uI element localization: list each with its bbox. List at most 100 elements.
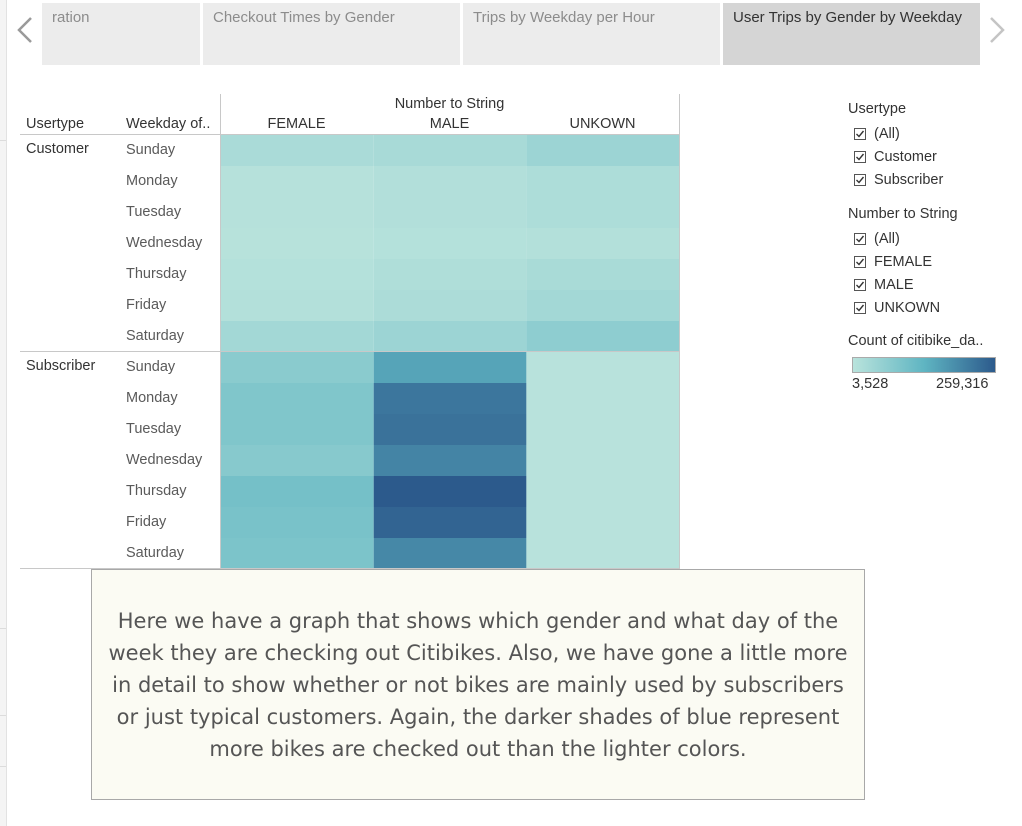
filter-label: (All) bbox=[874, 231, 900, 247]
usertype-filter-customer[interactable]: Customer bbox=[854, 147, 937, 167]
heatmap-cell-subscriber-saturday-male[interactable] bbox=[373, 538, 527, 569]
gender-filter-title: Number to String bbox=[848, 206, 958, 222]
color-ramp bbox=[852, 357, 996, 373]
heatmap-cell-subscriber-wednesday-unkown[interactable] bbox=[526, 445, 680, 476]
next-story-button[interactable] bbox=[980, 8, 1014, 52]
checkbox-checked[interactable] bbox=[854, 128, 866, 140]
gender-filter-unkown[interactable]: UNKOWN bbox=[854, 298, 940, 318]
heatmap-cell-customer-monday-female[interactable] bbox=[221, 166, 374, 197]
weekday-label: Friday bbox=[126, 297, 167, 313]
heatmap-cell-subscriber-sunday-unkown[interactable] bbox=[526, 352, 680, 383]
heatmap-cell-customer-tuesday-male[interactable] bbox=[373, 197, 527, 228]
checkbox-checked[interactable] bbox=[854, 174, 866, 186]
group-label-customer[interactable]: Customer bbox=[26, 141, 89, 157]
heatmap-cell-customer-saturday-male[interactable] bbox=[373, 321, 527, 352]
weekday-label: Monday bbox=[126, 390, 178, 406]
column-header-male[interactable]: MALE bbox=[373, 116, 526, 132]
heatmap-cell-subscriber-tuesday-female[interactable] bbox=[221, 414, 374, 445]
column-header-unkown[interactable]: UNKOWN bbox=[526, 116, 679, 132]
column-header-female[interactable]: FEMALE bbox=[220, 116, 373, 132]
heatmap-cell-subscriber-sunday-male[interactable] bbox=[373, 352, 527, 383]
heatmap-cell-customer-thursday-male[interactable] bbox=[373, 259, 527, 290]
filter-label: Customer bbox=[874, 149, 937, 165]
heatmap-cell-customer-sunday-unkown[interactable] bbox=[526, 135, 680, 166]
annotation-text: Here we have a graph that shows which ge… bbox=[108, 608, 848, 761]
heatmap-cell-subscriber-tuesday-unkown[interactable] bbox=[526, 414, 680, 445]
heatmap-cell-subscriber-friday-unkown[interactable] bbox=[526, 507, 680, 538]
weekday-label: Saturday bbox=[126, 328, 185, 344]
heatmap-cell-subscriber-monday-male[interactable] bbox=[373, 383, 527, 414]
story-tab-label: Trips by Weekday per Hour bbox=[473, 9, 655, 26]
filter-label: FEMALE bbox=[874, 254, 933, 270]
previous-story-button[interactable] bbox=[8, 8, 42, 52]
heatmap-cell-customer-thursday-female[interactable] bbox=[221, 259, 374, 290]
heatmap-cell-customer-monday-unkown[interactable] bbox=[526, 166, 680, 197]
check-icon bbox=[856, 130, 865, 138]
heatmap-cell-customer-saturday-unkown[interactable] bbox=[526, 321, 680, 352]
gender-filter-male[interactable]: MALE bbox=[854, 275, 914, 295]
heatmap-cell-subscriber-wednesday-female[interactable] bbox=[221, 445, 374, 476]
heatmap-cell-customer-saturday-female[interactable] bbox=[221, 321, 374, 352]
story-tab-4-active[interactable]: User Trips by Gender by Weekday bbox=[723, 3, 980, 65]
heatmap-cell-subscriber-monday-female[interactable] bbox=[221, 383, 374, 414]
heatmap-cell-subscriber-saturday-female[interactable] bbox=[221, 538, 374, 569]
check-icon bbox=[856, 176, 865, 184]
heatmap-cell-customer-tuesday-female[interactable] bbox=[221, 197, 374, 228]
check-icon bbox=[856, 153, 865, 161]
gender-filter-female[interactable]: FEMALE bbox=[854, 252, 932, 272]
story-tab-3[interactable]: Trips by Weekday per Hour bbox=[463, 3, 720, 65]
color-legend-title: Count of citibike_da.. bbox=[848, 333, 984, 349]
checkbox-checked[interactable] bbox=[854, 279, 866, 291]
heatmap-cell-subscriber-sunday-female[interactable] bbox=[221, 352, 374, 383]
heatmap-cell-customer-wednesday-unkown[interactable] bbox=[526, 228, 680, 259]
grid-line bbox=[220, 94, 221, 569]
heatmap-cell-subscriber-thursday-male[interactable] bbox=[373, 476, 527, 507]
story-tab-2[interactable]: Checkout Times by Gender bbox=[203, 3, 460, 65]
grid-line bbox=[20, 134, 680, 135]
heatmap-cell-customer-tuesday-unkown[interactable] bbox=[526, 197, 680, 228]
edge-divider bbox=[0, 140, 6, 141]
column-group-title: Number to String bbox=[394, 96, 505, 112]
heatmap-cell-customer-thursday-unkown[interactable] bbox=[526, 259, 680, 290]
weekday-label: Sunday bbox=[126, 142, 176, 158]
heatmap-cell-customer-friday-male[interactable] bbox=[373, 290, 527, 321]
heatmap-cell-customer-friday-female[interactable] bbox=[221, 290, 374, 321]
heatmap-cell-customer-wednesday-female[interactable] bbox=[221, 228, 374, 259]
usertype-filter-subscriber[interactable]: Subscriber bbox=[854, 170, 943, 190]
weekday-label: Saturday bbox=[126, 545, 185, 561]
color-min-label: 3,528 bbox=[852, 376, 889, 392]
heatmap-cell-subscriber-thursday-female[interactable] bbox=[221, 476, 374, 507]
weekday-label: Tuesday bbox=[126, 421, 182, 437]
checkbox-checked[interactable] bbox=[854, 233, 866, 245]
heatmap-cell-subscriber-thursday-unkown[interactable] bbox=[526, 476, 680, 507]
weekday-label: Wednesday bbox=[126, 452, 203, 468]
heatmap-cell-customer-sunday-female[interactable] bbox=[221, 135, 374, 166]
heatmap-cell-customer-sunday-male[interactable] bbox=[373, 135, 527, 166]
checkbox-checked[interactable] bbox=[854, 151, 866, 163]
story-tab-label: ration bbox=[52, 9, 90, 26]
row-header-weekday[interactable]: Weekday of.. bbox=[126, 116, 210, 132]
check-icon bbox=[856, 235, 865, 243]
checkbox-checked[interactable] bbox=[854, 256, 866, 268]
weekday-label: Wednesday bbox=[126, 235, 203, 251]
edge-divider bbox=[0, 628, 6, 629]
heatmap-cell-subscriber-monday-unkown[interactable] bbox=[526, 383, 680, 414]
heatmap-cell-subscriber-wednesday-male[interactable] bbox=[373, 445, 527, 476]
chevron-left-icon bbox=[17, 17, 32, 43]
heatmap-cell-customer-wednesday-male[interactable] bbox=[373, 228, 527, 259]
heatmap-cell-subscriber-friday-male[interactable] bbox=[373, 507, 527, 538]
heatmap-cell-customer-friday-unkown[interactable] bbox=[526, 290, 680, 321]
heatmap-cell-subscriber-saturday-unkown[interactable] bbox=[526, 538, 680, 569]
chevron-right-icon bbox=[990, 17, 1005, 43]
heatmap-cell-subscriber-friday-female[interactable] bbox=[221, 507, 374, 538]
weekday-label: Friday bbox=[126, 514, 167, 530]
usertype-filter-all[interactable]: (All) bbox=[854, 124, 900, 144]
gender-filter-all[interactable]: (All) bbox=[854, 229, 900, 249]
heatmap-cell-subscriber-tuesday-male[interactable] bbox=[373, 414, 527, 445]
color-max-label: 259,316 bbox=[936, 376, 989, 392]
story-tab-1[interactable]: ration bbox=[42, 3, 200, 65]
group-label-subscriber[interactable]: Subscriber bbox=[26, 358, 95, 374]
checkbox-checked[interactable] bbox=[854, 302, 866, 314]
edge-divider bbox=[0, 715, 6, 716]
heatmap-cell-customer-monday-male[interactable] bbox=[373, 166, 527, 197]
